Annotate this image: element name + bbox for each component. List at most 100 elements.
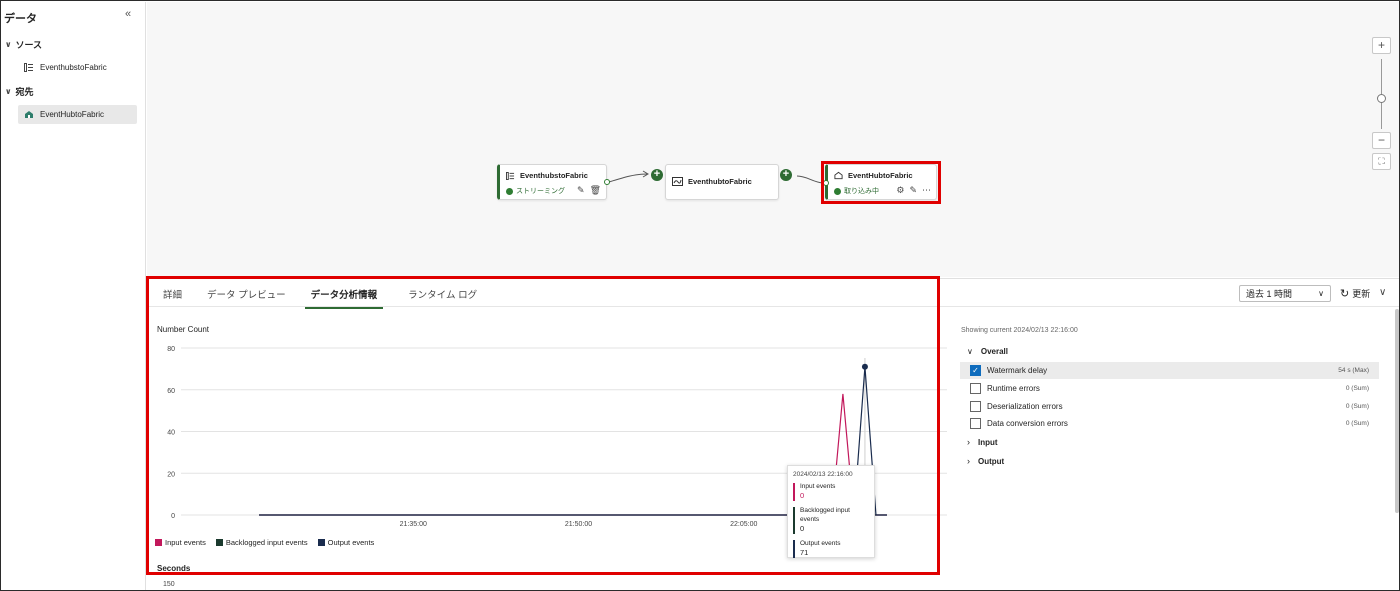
y-tick-label: 0	[171, 513, 175, 520]
metric-watermark-delay[interactable]: ✓ Watermark delay 54 s (Max)	[960, 362, 1379, 379]
legend-label: Input events	[165, 538, 206, 547]
checkbox-icon[interactable]	[970, 383, 981, 394]
edit-icon[interactable]: ✎	[909, 185, 917, 196]
group-label: Output	[978, 456, 1005, 466]
eventhub-icon	[506, 171, 515, 180]
add-node-button[interactable]: +	[651, 169, 663, 181]
lakehouse-icon	[834, 171, 843, 180]
metric-data-conversion-errors[interactable]: Data conversion errors 0 (Sum)	[960, 415, 1379, 432]
output-port[interactable]	[604, 179, 610, 185]
tooltip-value: 71	[800, 548, 809, 558]
chart-tooltip: 2024/02/13 22:16:00 Input events 0 Backl…	[787, 465, 875, 558]
collapse-sidebar-icon[interactable]: «	[125, 8, 131, 20]
metric-value: 0 (Sum)	[1345, 385, 1369, 392]
legend-label: Backlogged input events	[225, 538, 308, 547]
time-range-select[interactable]: 過去 1 時間 ∨	[1239, 285, 1331, 302]
tooltip-label: Output events	[800, 539, 841, 547]
seconds-y-tick: 150	[163, 581, 175, 588]
destination-node[interactable]: EventHubtoFabric 取り込み中 ⚙ ✎ ⋯	[825, 164, 937, 200]
status-ok-icon	[834, 187, 841, 195]
sidebar-section-destinations[interactable]: ∨ 宛先	[5, 85, 34, 98]
sidebar-item-source[interactable]: EventhubstoFabric	[18, 58, 137, 77]
flow-canvas[interactable]: EventhubstoFabric ストリーミング ✎ 🗑 + Eventhub…	[147, 2, 1399, 277]
fit-view-icon[interactable]: ⛶	[1372, 153, 1391, 170]
tooltip-value: 0	[800, 524, 805, 534]
settings-icon[interactable]: ⚙	[896, 185, 904, 196]
destination-node-title: EventHubtoFabric	[848, 171, 913, 180]
refresh-label: 更新	[1352, 289, 1371, 299]
metric-label: Runtime errors	[987, 384, 1040, 393]
sidebar-item-label: EventHubtoFabric	[40, 110, 105, 119]
chevron-right-icon: ›	[967, 437, 970, 447]
metric-deserialization-errors[interactable]: Deserialization errors 0 (Sum)	[960, 398, 1379, 415]
group-label: Overall	[980, 347, 1008, 356]
legend-label: Output events	[327, 538, 375, 547]
sidebar-section-label: 宛先	[15, 87, 34, 97]
stream-icon	[672, 177, 683, 186]
metric-runtime-errors[interactable]: Runtime errors 0 (Sum)	[960, 380, 1379, 397]
metric-label: Deserialization errors	[987, 402, 1063, 411]
y-tick-label: 40	[167, 430, 175, 437]
sidebar-title: データ	[4, 13, 37, 25]
eventhub-icon	[24, 63, 33, 72]
tooltip-time: 2024/02/13 22:16:00	[793, 471, 853, 478]
zoom-in-button[interactable]: +	[1372, 37, 1391, 54]
tab-divider	[147, 306, 1399, 307]
destination-node-actions: ⚙ ✎ ⋯	[896, 185, 931, 196]
source-node-title: EventhubstoFabric	[520, 171, 588, 180]
stream-node-header: EventhubtoFabric	[672, 177, 752, 186]
checkbox-checked-icon[interactable]: ✓	[970, 365, 981, 376]
panel-scrollbar[interactable]	[1395, 309, 1399, 513]
legend-item-input[interactable]: Input events	[155, 538, 206, 547]
time-range-value: 過去 1 時間	[1246, 289, 1293, 299]
stream-node[interactable]: EventhubtoFabric	[665, 164, 779, 200]
group-overall[interactable]: ∨ Overall	[967, 347, 1008, 356]
destination-node-status: 取り込み中	[834, 186, 879, 196]
chart-area: Number Count 0 20 40 60 80 21:35:00 21:50:00 22…	[147, 309, 947, 591]
chevron-down-icon: ∨	[967, 347, 973, 356]
collapse-panel-icon[interactable]: ∨	[1379, 287, 1386, 298]
refresh-button[interactable]: ↻ 更新	[1340, 287, 1370, 300]
tooltip-label: Input events	[800, 483, 836, 490]
tooltip-row-input: Input events 0	[793, 483, 869, 502]
zoom-slider-thumb[interactable]	[1377, 94, 1386, 103]
stream-node-title: EventhubtoFabric	[688, 177, 752, 186]
connector-lines	[608, 170, 824, 184]
y-tick-label: 80	[167, 346, 175, 353]
checkbox-icon[interactable]	[970, 418, 981, 429]
tooltip-row-backlogged: Backlogged input events 0	[793, 507, 869, 534]
legend-swatch	[215, 539, 223, 546]
x-tick-label: 21:35:00	[400, 521, 427, 528]
tooltip-row-output: Output events 71	[793, 539, 869, 558]
group-output[interactable]: › Output	[967, 456, 1004, 466]
delete-icon[interactable]: 🗑	[590, 185, 601, 196]
add-node-button[interactable]: +	[780, 169, 792, 181]
more-icon[interactable]: ⋯	[922, 185, 931, 196]
metric-value: 0 (Sum)	[1345, 403, 1369, 410]
y-tick-label: 20	[167, 471, 175, 478]
chevron-down-icon: ∨	[5, 87, 12, 96]
source-node[interactable]: EventhubstoFabric ストリーミング ✎ 🗑	[497, 164, 607, 200]
legend-swatch	[317, 539, 325, 546]
sidebar-item-destination[interactable]: EventHubtoFabric	[18, 105, 137, 124]
tooltip-value: 0	[800, 491, 805, 501]
source-node-status: ストリーミング	[506, 186, 565, 196]
group-input[interactable]: › Input	[967, 437, 998, 447]
legend-item-output[interactable]: Output events	[317, 538, 375, 547]
chevron-right-icon: ›	[967, 456, 970, 466]
metric-value: 0 (Sum)	[1345, 420, 1369, 427]
data-sidebar: データ « ∨ ソース EventhubstoFabric ∨ 宛先 Event…	[2, 2, 146, 590]
edit-icon[interactable]: ✎	[577, 185, 585, 196]
metrics-list: Showing current 2024/02/13 22:16:00 ∨ Ov…	[959, 309, 1389, 591]
chevron-down-icon: ∨	[1318, 289, 1324, 298]
metric-value: 54 s (Max)	[1338, 367, 1369, 374]
details-panel: 詳細 データ プレビュー データ分析情報 ランタイム ログ 過去 1 時間 ∨ …	[146, 276, 1399, 591]
data-point-output	[861, 363, 868, 370]
legend-item-backlogged[interactable]: Backlogged input events	[215, 538, 308, 547]
source-status-text: ストリーミング	[516, 188, 565, 195]
zoom-out-button[interactable]: −	[1372, 132, 1391, 149]
input-port[interactable]	[823, 180, 829, 186]
sidebar-section-sources[interactable]: ∨ ソース	[5, 38, 42, 51]
checkbox-icon[interactable]	[970, 401, 981, 412]
group-label: Input	[978, 437, 998, 447]
